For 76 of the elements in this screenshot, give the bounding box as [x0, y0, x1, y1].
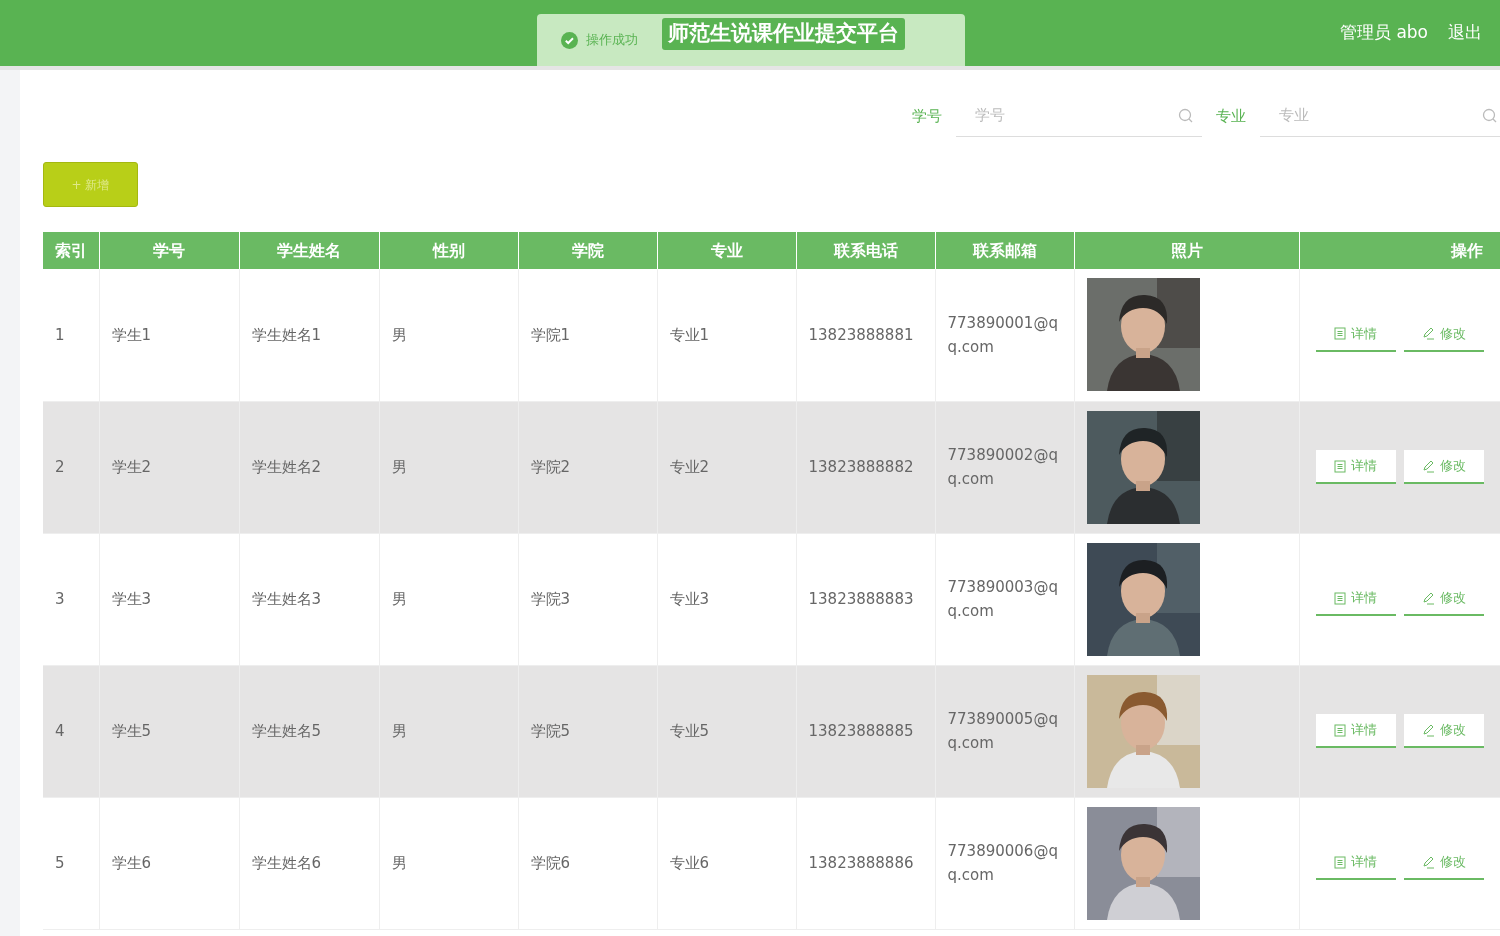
table-cell: 学院1: [518, 269, 657, 401]
table-cell: 773890006@qq.com: [935, 797, 1074, 929]
table-cell: 学生5: [99, 665, 239, 797]
pencil-icon: [1421, 855, 1435, 869]
table-cell: 1: [43, 269, 99, 401]
user-name: 管理员 abo: [1340, 21, 1428, 44]
table-cell: 13823888882: [796, 401, 935, 533]
add-button[interactable]: + 新增: [43, 162, 138, 207]
table-cell: 男: [379, 533, 518, 665]
table-cell: 男: [379, 401, 518, 533]
table-cell: 5: [43, 797, 99, 929]
table-cell: 学院6: [518, 797, 657, 929]
table-cell: 13823888883: [796, 533, 935, 665]
table-cell: 学生姓名5: [239, 665, 379, 797]
pencil-icon: [1421, 591, 1435, 605]
detail-button[interactable]: 详情: [1315, 450, 1396, 484]
table-cell: 专业5: [657, 665, 796, 797]
column-header: 联系邮箱: [935, 232, 1074, 269]
column-header: 学号: [99, 232, 239, 269]
pencil-icon: [1421, 459, 1435, 473]
search-label: 学号: [912, 105, 942, 127]
table-cell: 773890001@qq.com: [935, 269, 1074, 401]
table-cell: 学院2: [518, 401, 657, 533]
column-header: 联系电话: [796, 232, 935, 269]
table-cell: 男: [379, 269, 518, 401]
table-cell: 学生1: [99, 269, 239, 401]
pencil-icon: [1421, 327, 1435, 341]
pencil-icon: [1421, 723, 1435, 737]
search-icon[interactable]: [1482, 107, 1498, 124]
table-cell: 专业3: [657, 533, 796, 665]
table-cell: 2: [43, 401, 99, 533]
table-cell: 专业2: [657, 401, 796, 533]
document-icon: [1334, 327, 1346, 341]
table-cell: 773890005@qq.com: [935, 665, 1074, 797]
table-cell: 学生姓名1: [239, 269, 379, 401]
table-cell: 学生姓名2: [239, 401, 379, 533]
table-cell: 学生姓名3: [239, 533, 379, 665]
table-cell: 学院3: [518, 533, 657, 665]
table-cell: 专业1: [657, 269, 796, 401]
table-cell: 专业6: [657, 797, 796, 929]
search-label: 专业: [1216, 105, 1246, 127]
table-cell: 4: [43, 665, 99, 797]
check-circle-icon: [561, 31, 578, 49]
table-cell: 3: [43, 533, 99, 665]
app-title: 师范生说课作业提交平台: [662, 18, 905, 50]
table-cell: 13823888881: [796, 269, 935, 401]
toast-message: 操作成功: [586, 31, 638, 50]
table-cell: 男: [379, 797, 518, 929]
search-input[interactable]: 学号: [973, 103, 1153, 128]
column-header: 学生姓名: [239, 232, 379, 269]
document-icon: [1334, 855, 1346, 869]
search-input[interactable]: 专业: [1277, 103, 1457, 128]
document-icon: [1334, 591, 1346, 605]
column-header: 性别: [379, 232, 518, 269]
detail-button[interactable]: 详情: [1315, 714, 1396, 748]
table-cell: 学生姓名6: [239, 797, 379, 929]
table-cell: 男: [379, 665, 518, 797]
logout-link[interactable]: 退出: [1448, 20, 1482, 46]
column-header: 专业: [657, 232, 796, 269]
document-icon: [1334, 723, 1346, 737]
table-cell: 学生2: [99, 401, 239, 533]
document-icon: [1334, 459, 1346, 473]
table-cell: 773890002@qq.com: [935, 401, 1074, 533]
table-cell: 学生3: [99, 533, 239, 665]
column-header: 索引: [43, 232, 99, 269]
search-icon[interactable]: [1178, 107, 1194, 124]
table-cell: 13823888885: [796, 665, 935, 797]
column-header: 操作: [1299, 232, 1500, 269]
column-header: 学院: [518, 232, 657, 269]
table-cell: 学院5: [518, 665, 657, 797]
edit-button[interactable]: 修改: [1403, 714, 1484, 748]
table-cell: 学生6: [99, 797, 239, 929]
edit-button[interactable]: 修改: [1403, 450, 1484, 484]
table-cell: 13823888886: [796, 797, 935, 929]
column-header: 照片: [1074, 232, 1299, 269]
table-cell: 773890003@qq.com: [935, 533, 1074, 665]
